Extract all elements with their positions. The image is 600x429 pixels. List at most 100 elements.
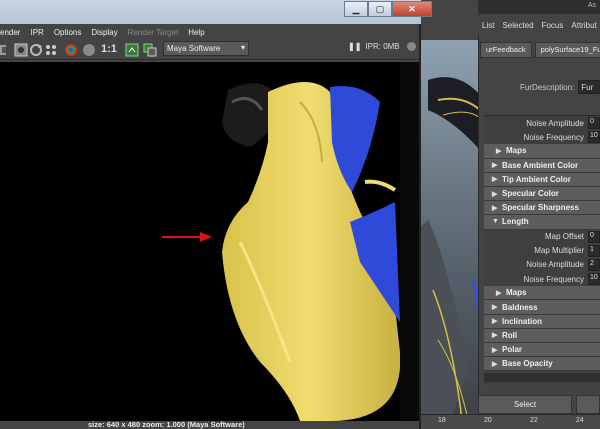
attribute-field-row[interactable]: Noise Amplitude 0: [484, 116, 600, 130]
attribute-section-label: Specular Sharpness: [502, 203, 579, 213]
annotation-arrowhead: [200, 232, 212, 242]
keep-image-icon[interactable]: [143, 43, 157, 57]
triangle-right-icon: ▶: [492, 332, 498, 340]
maximize-button[interactable]: ▢: [368, 1, 392, 17]
attribute-section[interactable]: ▶ Maps: [484, 144, 600, 159]
attr-menu-attributes[interactable]: Attribut: [571, 21, 596, 30]
alpha-channel-icon[interactable]: [82, 43, 96, 57]
attribute-horizontal-scrollbar[interactable]: [484, 373, 600, 382]
attribute-editor-tabs: urFeedback polySurface19_Fur: [478, 42, 600, 60]
refresh-icon[interactable]: [29, 43, 43, 57]
tab-fur-feedback[interactable]: urFeedback: [480, 42, 532, 58]
render-region-icon[interactable]: [44, 43, 58, 57]
attr-menu-selected[interactable]: Selected: [502, 21, 533, 30]
pause-icon[interactable]: ❚❚: [348, 42, 361, 51]
triangle-right-icon: ▶: [492, 360, 498, 368]
fur-description-field[interactable]: Fur: [578, 80, 600, 94]
attribute-section[interactable]: ▶ Polar: [484, 343, 600, 358]
attribute-section-label: Tip Ambient Color: [502, 174, 571, 184]
one-to-one-zoom[interactable]: 1:1: [101, 43, 117, 55]
rgb-channel-icon[interactable]: [64, 43, 78, 57]
renderer-value: Maya Software: [167, 44, 221, 53]
attribute-section[interactable]: ▶ Base Ambient Color: [484, 158, 600, 173]
chevron-down-icon: ▾: [240, 43, 245, 52]
timeline-tick: 18: [438, 417, 446, 424]
fur-render-image: [162, 62, 419, 421]
attribute-field-value[interactable]: 1: [588, 244, 600, 257]
attribute-section[interactable]: ▶ Base Opacity: [484, 357, 600, 372]
timeline-tick: 22: [530, 417, 538, 424]
render-frame-icon[interactable]: [0, 43, 14, 57]
fur-description-row: FurDescription: Fur: [520, 80, 600, 94]
attribute-editor-menubar: List Selected Focus Attribut: [478, 16, 600, 34]
triangle-down-icon: ▼: [492, 218, 499, 226]
attribute-field-label: Map Offset: [545, 232, 584, 242]
attribute-section[interactable]: ▼ Length: [484, 215, 600, 230]
attribute-editor-title: As: [587, 2, 596, 9]
attribute-field-row[interactable]: Map Offset 0: [484, 230, 600, 244]
attribute-field-value[interactable]: 2: [588, 258, 600, 271]
attribute-section-label: Maps: [506, 146, 527, 156]
close-button[interactable]: ✕: [392, 1, 432, 17]
menu-options[interactable]: Options: [54, 28, 82, 37]
attribute-section-label: Inclination: [502, 316, 542, 326]
fur-description-label: FurDescription:: [520, 82, 575, 92]
menu-display[interactable]: Display: [91, 28, 117, 37]
attribute-field-row[interactable]: Noise Frequency 10: [484, 272, 600, 286]
attribute-field-label: Noise Amplitude: [526, 118, 584, 128]
menu-help[interactable]: Help: [188, 28, 204, 37]
triangle-right-icon: ▶: [496, 289, 502, 297]
attribute-section[interactable]: ▶ Baldness: [484, 300, 600, 315]
triangle-right-icon: ▶: [492, 176, 498, 184]
attribute-field-row[interactable]: Noise Frequency 10: [484, 130, 600, 144]
minimize-button[interactable]: ▁: [344, 1, 368, 17]
attribute-section[interactable]: ▶ Inclination: [484, 314, 600, 329]
timeline-tick: 20: [484, 417, 492, 424]
attribute-section-label: Polar: [502, 345, 523, 355]
attribute-field-value[interactable]: 0: [588, 117, 600, 130]
renderer-dropdown[interactable]: Maya Software ▾: [163, 41, 249, 56]
attribute-section-label: Roll: [502, 330, 518, 340]
snapshot-icon[interactable]: [125, 43, 139, 57]
attribute-field-row[interactable]: Map Multiplier 1: [484, 244, 600, 258]
attribute-field-value[interactable]: 10: [588, 273, 600, 286]
attribute-field-label: Map Multiplier: [534, 246, 584, 256]
attribute-section[interactable]: ▶ Specular Color: [484, 186, 600, 202]
render-view-menubar: ender IPR Options Display Render Target …: [0, 24, 419, 40]
attr-menu-list[interactable]: List: [482, 21, 494, 30]
window-controls: ▁ ▢ ✕: [344, 1, 432, 17]
attribute-section[interactable]: ▶ Specular Sharpness: [484, 201, 600, 216]
attribute-list: Noise Amplitude 0 Noise Frequency 10 ▶ Maps ▶ B…: [484, 115, 600, 385]
attribute-field-value[interactable]: 10: [588, 131, 600, 144]
attribute-field-value[interactable]: 0: [588, 230, 600, 243]
render-image-area[interactable]: [0, 62, 419, 421]
attr-menu-focus[interactable]: Focus: [542, 21, 564, 30]
attribute-section-label: Baldness: [502, 302, 538, 312]
attribute-section[interactable]: ▶ Tip Ambient Color: [484, 172, 600, 187]
close-icon: ✕: [408, 3, 416, 14]
ipr-memory-label: IPR: 0MB: [365, 42, 400, 51]
attribute-field-row[interactable]: Noise Amplitude 2: [484, 258, 600, 272]
attribute-section-label: Length: [502, 217, 529, 227]
triangle-right-icon: ▶: [492, 162, 498, 170]
attribute-field-label: Noise Frequency: [523, 274, 584, 284]
triangle-right-icon: ▶: [492, 346, 498, 354]
menu-render[interactable]: ender: [0, 28, 20, 37]
select-button[interactable]: Select: [478, 395, 572, 414]
attribute-section-label: Base Opacity: [502, 359, 553, 369]
attribute-editor-titlebar: As: [478, 0, 600, 14]
maximize-icon: ▢: [375, 3, 385, 14]
attribute-field-label: Noise Amplitude: [526, 260, 584, 270]
attribute-field-label: Noise Frequency: [523, 132, 584, 142]
timeline-tick: 24: [576, 417, 584, 424]
time-slider[interactable]: 18 20 22 24: [418, 414, 600, 429]
tab-poly-surface-fur[interactable]: polySurface19_Fur: [534, 42, 600, 58]
ipr-render-icon[interactable]: [14, 43, 28, 57]
menu-ipr[interactable]: IPR: [30, 28, 43, 37]
attribute-section[interactable]: ▶ Roll: [484, 328, 600, 343]
attribute-section-label: Specular Color: [502, 189, 559, 199]
triangle-right-icon: ▶: [492, 304, 498, 312]
attribute-editor-next-button[interactable]: [576, 395, 600, 414]
attribute-section[interactable]: ▶ Maps: [484, 286, 600, 301]
triangle-right-icon: ▶: [492, 318, 498, 326]
